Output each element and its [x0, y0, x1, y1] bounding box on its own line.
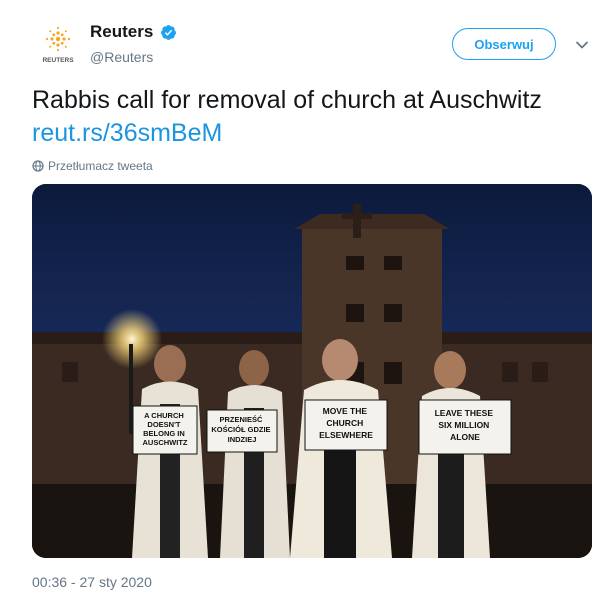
reuters-logo-icon: REUTERS [42, 26, 74, 64]
tweet-photo[interactable]: A CHURCH DOESN'T BELONG IN AUSCHWITZ PRZ… [32, 184, 592, 558]
protest-sign-2: PRZENIEŚĆ KOŚCIÓŁ GDZIE INDZIEJ [206, 409, 278, 453]
author-name[interactable]: Reuters [90, 22, 153, 42]
tweet-text: Rabbis call for removal of church at Aus… [32, 84, 602, 150]
tweet-link[interactable]: reut.rs/36smBeM [32, 117, 602, 150]
tweet-header: REUTERS Reuters @Reuters Obserwuj [0, 0, 616, 80]
photo-protest-auschwitz: A CHURCH DOESN'T BELONG IN AUSCHWITZ PRZ… [32, 184, 592, 558]
globe-icon [32, 160, 44, 172]
avatar-text: REUTERS [42, 57, 74, 64]
verified-badge-icon [161, 25, 176, 40]
author-handle[interactable]: @Reuters [90, 49, 153, 65]
tweet-timestamp[interactable]: 00:36 - 27 sty 2020 [32, 574, 152, 590]
follow-button[interactable]: Obserwuj [452, 28, 556, 60]
translate-label: Przetłumacz tweeta [48, 159, 153, 173]
protest-sign-4: LEAVE THESE SIX MILLION ALONE [418, 399, 512, 455]
translate-tweet[interactable]: Przetłumacz tweeta [32, 158, 153, 174]
svg-text:A CHURCH DOESN'T: A CHURCH DOESN'T BELONG IN AUSCHWITZ [143, 411, 188, 447]
chevron-down-icon[interactable] [575, 38, 589, 52]
protest-sign-1: A CHURCH DOESN'T BELONG IN AUSCHWITZ [132, 405, 198, 455]
avatar[interactable]: REUTERS [33, 22, 83, 72]
tweet-body: Rabbis call for removal of church at Aus… [32, 86, 542, 114]
protest-sign-3: MOVE THE CHURCH ELSEWHERE [304, 399, 388, 451]
svg-text:MOVE THE CHURCH: MOVE THE CHURCH ELSEWHERE [319, 406, 373, 440]
